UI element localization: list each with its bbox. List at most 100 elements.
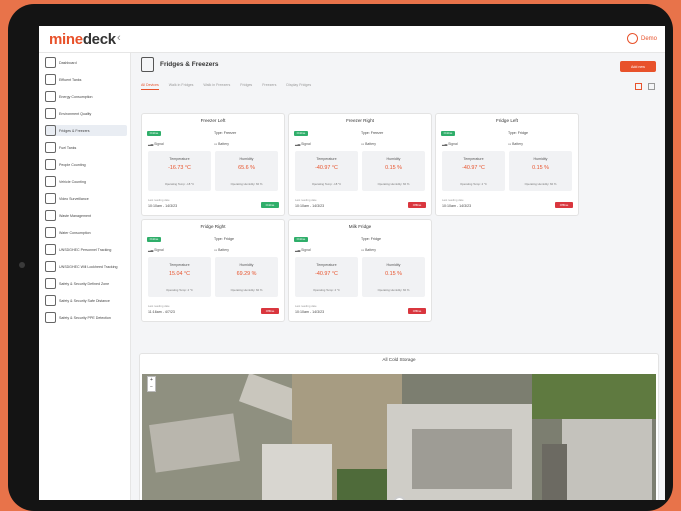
last-reading-value: 11:16am - 4/7/23: [148, 310, 175, 314]
main-content: Fridges & Freezers Add new All Devices W…: [131, 53, 665, 500]
sidebar-item-effluent-tanks[interactable]: Effluent Tanks: [45, 74, 127, 85]
device-card[interactable]: Fridge Left Online Type: Fridge ▂▃ Signa…: [435, 113, 579, 216]
camera-icon: [19, 262, 25, 268]
sidebar-item-fridges-freezers[interactable]: Fridges & Freezers: [45, 125, 127, 136]
map-building: [262, 444, 332, 500]
humidity-label: Humidity: [239, 263, 254, 267]
sidebar-item-safety-ppe-detection[interactable]: Safety & Security PPE Detection: [45, 312, 127, 323]
signal-label: Signal: [301, 142, 311, 146]
sidebar-item-lockheed-tracking[interactable]: UNSDGHEC Will Lockheed Tracking: [45, 261, 127, 272]
sidebar-item-label: UNSDGHEC Will Lockheed Tracking: [59, 264, 118, 269]
user-name: Demo: [640, 35, 657, 42]
page-header: Fridges & Freezers: [141, 57, 219, 72]
sidebar-item-safety-defined-zone[interactable]: Safety & Security Defined Zone: [45, 278, 127, 289]
sidebar-item-people-counting[interactable]: People Counting: [45, 159, 127, 170]
humidity-panel: Humidity 0.15 % Operating Humidity: 60 %: [509, 151, 572, 191]
sidebar-item-label: Safety & Security PPE Detection: [59, 315, 111, 320]
brand-part2: deck: [82, 31, 116, 48]
tracking-icon: [45, 261, 56, 272]
avatar-icon: [626, 33, 638, 44]
sidebar-item-waste-management[interactable]: Waste Management: [45, 210, 127, 221]
last-reading-label: Last reading date: [295, 304, 317, 308]
last-reading-value: 10:10am - 14/3/23: [295, 310, 325, 314]
grid-view-icon[interactable]: [635, 83, 642, 90]
last-reading-label: Last reading date: [442, 198, 464, 202]
satellite-map[interactable]: + −: [142, 374, 656, 500]
sidebar-item-environment-quality[interactable]: Environment Quality: [45, 108, 127, 119]
sidebar-item-water-consumption[interactable]: Water Consumption: [45, 227, 127, 238]
tab-fridges[interactable]: Fridges: [240, 83, 252, 90]
top-bar: minedeck ‹ Demo: [39, 26, 665, 53]
device-card[interactable]: Fridge Right Online Type: Fridge ▂▃ Sign…: [141, 219, 285, 322]
tab-walk-in-freezers[interactable]: Walk in Freezers: [203, 83, 230, 90]
list-view-icon[interactable]: [648, 83, 655, 90]
device-card[interactable]: Freezer Left Online Type: Freezer ▂▃ Sig…: [141, 113, 285, 216]
sidebar-item-label: People Counting: [59, 162, 86, 167]
add-device-button[interactable]: Add new: [620, 61, 656, 72]
device-card[interactable]: Freezer Right Online Type: Freezer ▂▃ Si…: [288, 113, 432, 216]
sidebar-item-safety-safe-distance[interactable]: Safety & Security Safe Distance: [45, 295, 127, 306]
sidebar-item-personnel-tracking[interactable]: UNSDGHEC Personnel Tracking: [45, 244, 127, 255]
signal-label: Signal: [301, 248, 311, 252]
sidebar-item-label: Water Consumption: [59, 230, 91, 235]
zoom-in-button[interactable]: +: [148, 377, 155, 384]
sidebar-item-label: Dashboard: [59, 60, 77, 65]
tank-icon: [45, 74, 56, 85]
sidebar-item-label: Fuel Tanks: [59, 145, 77, 150]
last-reading-label: Last reading date: [148, 304, 170, 308]
fuel-icon: [45, 142, 56, 153]
temperature-panel: Temperature 15.04 °C Operating Temp: 4 °…: [148, 257, 211, 297]
humidity-label: Humidity: [386, 263, 401, 267]
sidebar-item-label: UNSDGHEC Personnel Tracking: [59, 247, 112, 252]
fridge-icon: [45, 125, 56, 136]
sidebar-item-label: Waste Management: [59, 213, 92, 218]
filter-tabs: All Devices Walk in Fridges Walk in Free…: [141, 83, 311, 90]
operating-humidity: Operating Humidity: 60 %: [377, 288, 410, 292]
temperature-value: -40.97 °C: [315, 165, 338, 171]
temperature-panel: Temperature -16.73 °C Operating Temp: -1…: [148, 151, 211, 191]
sidebar-item-label: Safety & Security Defined Zone: [59, 281, 110, 286]
operating-humidity: Operating Humidity: 60 %: [377, 182, 410, 186]
signal-indicator: ▂▃ Signal: [295, 248, 311, 252]
humidity-panel: Humidity 65.6 % Operating Humidity: 60 %: [215, 151, 278, 191]
signal-indicator: ▂▃ Signal: [148, 248, 164, 252]
sidebar-item-dashboard[interactable]: Dashboard: [45, 57, 127, 68]
sidebar-item-energy-consumption[interactable]: Energy Consumption: [45, 91, 127, 102]
tab-freezers[interactable]: Freezers: [262, 83, 276, 90]
card-title: Milk Fridge: [348, 224, 372, 229]
shield-icon: [45, 295, 56, 306]
connection-badge: Online: [261, 202, 279, 208]
sidebar-item-fuel-tanks[interactable]: Fuel Tanks: [45, 142, 127, 153]
card-title: Fridge Left: [496, 118, 518, 123]
battery-label: Battery: [218, 142, 229, 146]
temperature-label: Temperature: [316, 157, 337, 161]
humidity-value: 0.15 %: [385, 165, 402, 171]
map-road: [542, 444, 567, 500]
sidebar-item-vehicle-counting[interactable]: Vehicle Counting: [45, 176, 127, 187]
tab-display-fridges[interactable]: Display Fridges: [286, 83, 311, 90]
status-badge: Online: [147, 131, 161, 136]
humidity-panel: Humidity 69.29 % Operating Humidity: 60 …: [215, 257, 278, 297]
user-menu[interactable]: Demo: [626, 33, 657, 44]
humidity-value: 0.15 %: [385, 271, 402, 277]
temperature-value: -40.97 °C: [315, 271, 338, 277]
device-type: Type: Fridge: [361, 237, 381, 241]
chevron-left-icon[interactable]: ‹: [117, 32, 121, 44]
humidity-value: 0.15 %: [532, 165, 549, 171]
temperature-label: Temperature: [463, 157, 484, 161]
tab-walk-in-fridges[interactable]: Walk in Fridges: [169, 83, 194, 90]
energy-icon: [45, 91, 56, 102]
sidebar-item-video-surveillance[interactable]: Video Surveillance: [45, 193, 127, 204]
tab-all-devices[interactable]: All Devices: [141, 83, 159, 90]
zoom-out-button[interactable]: −: [148, 384, 155, 391]
humidity-panel: Humidity 0.15 % Operating Humidity: 60 %: [362, 257, 425, 297]
brand-logo[interactable]: minedeck: [49, 31, 116, 48]
device-type: Type: Freezer: [214, 131, 237, 135]
signal-indicator: ▂▃ Signal: [442, 142, 458, 146]
map-trees: [532, 374, 656, 419]
device-type: Type: Freezer: [361, 131, 384, 135]
shield-icon: [45, 278, 56, 289]
device-card[interactable]: Milk Fridge Online Type: Fridge ▂▃ Signa…: [288, 219, 432, 322]
humidity-panel: Humidity 0.15 % Operating Humidity: 60 %: [362, 151, 425, 191]
vehicle-icon: [45, 176, 56, 187]
